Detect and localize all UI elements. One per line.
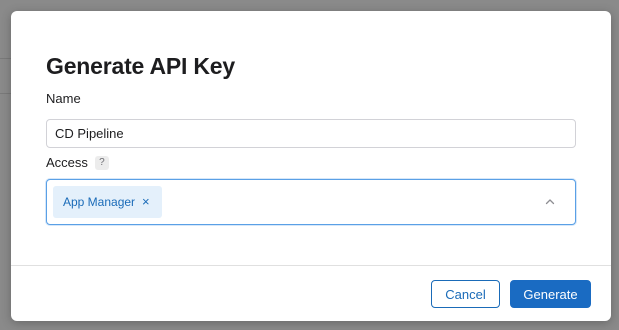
access-label: Access — [46, 155, 88, 170]
access-label-row: Access ? — [46, 155, 109, 171]
cancel-button[interactable]: Cancel — [431, 280, 500, 308]
name-input[interactable] — [46, 119, 576, 148]
backdrop-divider — [0, 58, 11, 59]
name-label: Name — [46, 91, 81, 106]
footer-divider — [11, 265, 611, 266]
chip-label: App Manager — [63, 195, 136, 209]
generate-button[interactable]: Generate — [510, 280, 591, 308]
access-select[interactable]: App Manager × — [46, 179, 576, 225]
dialog-title: Generate API Key — [46, 53, 235, 79]
chevron-up-icon[interactable] — [543, 195, 557, 209]
access-chip-app-manager: App Manager × — [53, 186, 162, 218]
help-icon[interactable]: ? — [94, 156, 109, 170]
generate-api-key-dialog: Generate API Key Name Access ? App Manag… — [11, 11, 611, 321]
backdrop-divider — [0, 93, 11, 94]
chip-remove-icon[interactable]: × — [142, 195, 150, 208]
